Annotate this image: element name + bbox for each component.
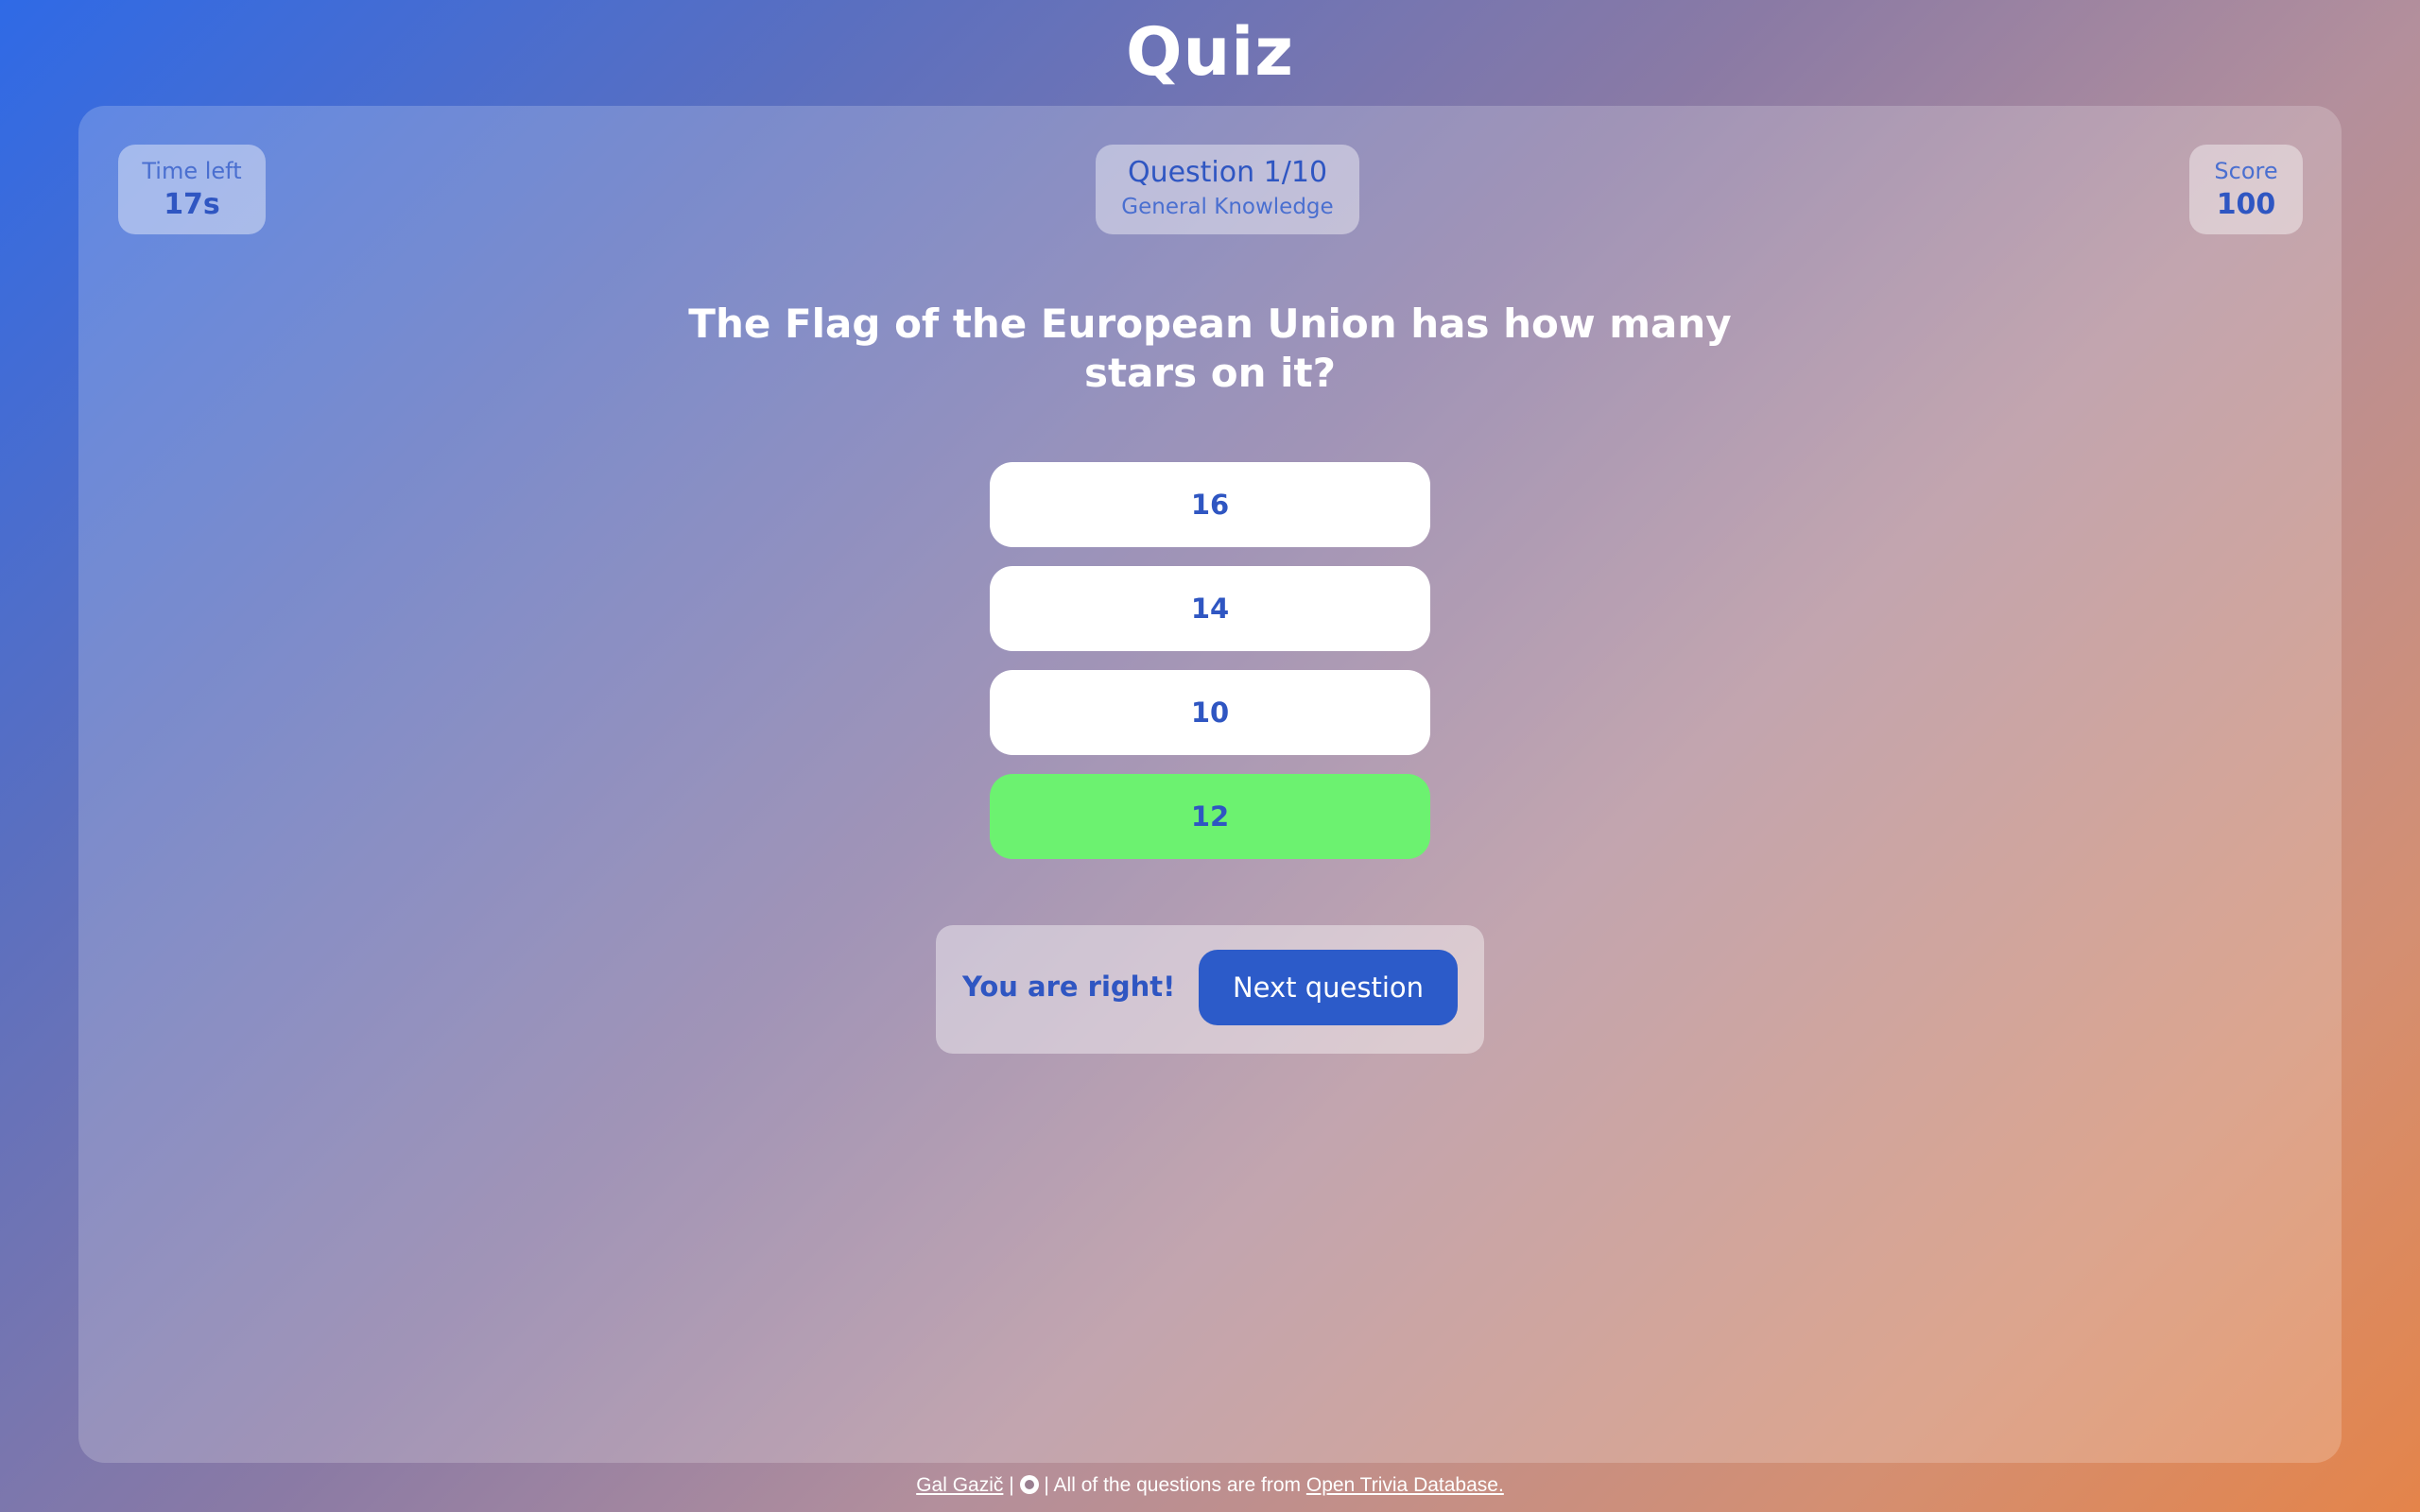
question-category: General Knowledge: [1121, 195, 1334, 219]
score-value: 100: [2216, 188, 2276, 221]
answer-option[interactable]: 14: [990, 566, 1430, 651]
source-link[interactable]: Open Trivia Database.: [1306, 1474, 1504, 1496]
question-counter-box: Question 1/10 General Knowledge: [1096, 145, 1359, 234]
next-question-button[interactable]: Next question: [1199, 950, 1458, 1025]
answer-option[interactable]: 10: [990, 670, 1430, 755]
time-left-box: Time left 17s: [118, 145, 266, 234]
score-label: Score: [2214, 158, 2278, 184]
footer: Gal Gazič | | All of the questions are f…: [0, 1474, 2420, 1497]
result-box: You are right! Next question: [936, 925, 1484, 1054]
time-left-value: 17s: [164, 188, 220, 221]
answer-option[interactable]: 16: [990, 462, 1430, 547]
answer-list: 16 14 10 12: [990, 462, 1430, 878]
time-left-label: Time left: [142, 158, 242, 184]
answer-option-correct[interactable]: 12: [990, 774, 1430, 859]
footer-separator: |: [1009, 1474, 1014, 1496]
result-message: You are right!: [962, 971, 1176, 1003]
question-counter: Question 1/10: [1127, 156, 1328, 189]
footer-credit: All of the questions are from: [1053, 1474, 1302, 1496]
quiz-panel: Time left 17s Question 1/10 General Know…: [78, 106, 2342, 1463]
question-text: The Flag of the European Union has how m…: [688, 301, 1732, 396]
author-link[interactable]: Gal Gazič: [916, 1474, 1003, 1496]
github-icon[interactable]: [1019, 1475, 1039, 1494]
score-box: Score 100: [2189, 145, 2303, 234]
footer-separator: |: [1044, 1474, 1049, 1496]
app-title: Quiz: [1125, 13, 1295, 91]
